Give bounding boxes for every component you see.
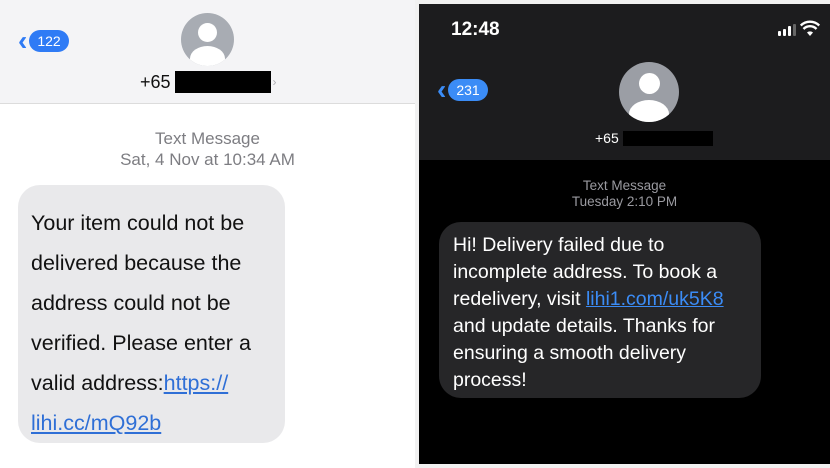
contact-avatar[interactable] bbox=[619, 62, 679, 122]
phone-prefix: +65 bbox=[140, 71, 171, 92]
message-meta: Text Message Sat, 4 Nov at 10:34 AM bbox=[0, 128, 415, 170]
incoming-message-bubble: Hi! Delivery failed due to incomplete ad… bbox=[439, 222, 761, 398]
back-button[interactable]: ‹ 231 bbox=[437, 76, 488, 104]
signal-icon bbox=[778, 24, 796, 36]
dark-messages-screen: 12:48 ‹ 231 +65 Text Message Tuesday 2:1… bbox=[419, 4, 830, 464]
conversation-header: 12:48 ‹ 231 +65 bbox=[419, 4, 830, 160]
contact-name[interactable]: +65 › bbox=[140, 71, 277, 93]
chevron-left-icon: ‹ bbox=[18, 25, 28, 56]
message-timestamp: Tuesday 2:10 PM bbox=[571, 194, 678, 209]
unread-count-badge: 122 bbox=[29, 30, 69, 52]
message-timestamp: Sat, 4 Nov at 10:34 AM bbox=[120, 150, 295, 169]
back-button[interactable]: ‹ 122 bbox=[18, 27, 69, 55]
message-meta: Text Message Tuesday 2:10 PM bbox=[419, 178, 830, 210]
redacted-number bbox=[622, 130, 713, 146]
message-text-end: and update details. Thanks for ensuring … bbox=[453, 315, 715, 391]
contact-avatar[interactable] bbox=[181, 13, 234, 66]
chevron-right-icon: › bbox=[272, 75, 277, 89]
message-link[interactable]: lihi1.com/uk5K8 bbox=[586, 288, 724, 310]
status-bar-time: 12:48 bbox=[451, 19, 500, 40]
light-messages-screen: ‹ 122 +65 › Text Message Sat, 4 Nov at 1… bbox=[0, 0, 415, 468]
phone-prefix: +65 bbox=[595, 130, 619, 146]
contact-name[interactable]: +65 bbox=[595, 130, 713, 146]
incoming-message-bubble: Your item could not be delivered because… bbox=[18, 185, 285, 443]
screenshot-comparison: ‹ 122 +65 › Text Message Sat, 4 Nov at 1… bbox=[0, 0, 830, 468]
unread-count-badge: 231 bbox=[448, 79, 488, 101]
message-type-label: Text Message bbox=[582, 178, 667, 193]
wifi-icon bbox=[800, 20, 820, 36]
chevron-left-icon: ‹ bbox=[437, 74, 447, 105]
message-type-label: Text Message bbox=[155, 129, 260, 148]
redacted-number bbox=[174, 71, 271, 93]
message-text: Your item could not be delivered because… bbox=[31, 211, 251, 395]
conversation-header: ‹ 122 +65 › bbox=[0, 0, 415, 104]
